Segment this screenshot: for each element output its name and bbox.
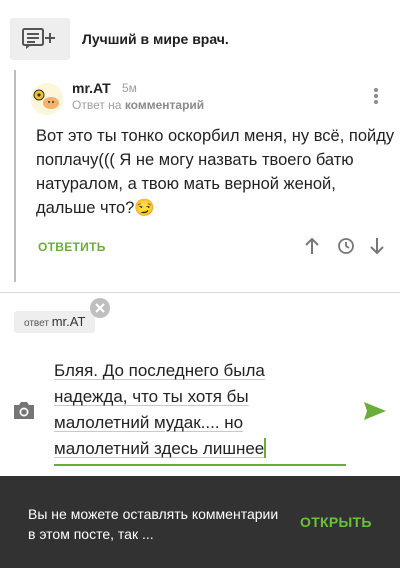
composer-divider <box>0 292 400 293</box>
reply-to-link[interactable]: комментарий <box>125 98 204 112</box>
post-title[interactable]: Лучший в мире врач. <box>82 31 229 47</box>
comment-author[interactable]: mr.AT <box>72 80 111 96</box>
downvote-icon[interactable] <box>367 236 387 256</box>
close-icon[interactable] <box>90 298 110 318</box>
reply-target-chip: ответ mr.AT <box>14 311 96 333</box>
add-comment-button[interactable] <box>10 18 70 60</box>
send-icon[interactable] <box>363 401 387 421</box>
snackbar: Вы не можете оставлять комментарии в это… <box>0 476 400 568</box>
clock-icon[interactable] <box>336 236 356 256</box>
reply-to-prefix: Ответ на <box>72 98 122 112</box>
more-vertical-icon[interactable] <box>366 86 386 106</box>
input-underline <box>54 464 346 466</box>
input-line: Бляя. До последнего была <box>54 361 265 380</box>
input-line: надежда, что ты хотя бы <box>54 387 249 406</box>
text-caret <box>264 438 267 458</box>
comment-time: 5м <box>122 81 137 95</box>
avatar[interactable] <box>30 82 64 116</box>
input-line: малолетний мудак.... но <box>54 413 244 432</box>
snackbar-open-button[interactable]: ОТКРЫТЬ <box>300 514 372 530</box>
post-header: Лучший в мире врач. <box>0 0 400 60</box>
camera-icon[interactable] <box>12 399 36 421</box>
comment-add-icon <box>22 28 55 49</box>
thread-line <box>14 70 16 282</box>
input-line: малолетний здесь лишнее <box>54 438 267 458</box>
reply-chip-prefix: ответ <box>24 318 49 329</box>
upvote-icon[interactable] <box>302 236 322 256</box>
comment: mr.AT 5м Ответ на комментарий Вот это ты… <box>0 68 400 282</box>
reply-chip-nick: mr.AT <box>51 314 86 329</box>
reply-button[interactable]: ОТВЕТИТЬ <box>38 240 106 254</box>
reply-to-info: Ответ на комментарий <box>72 98 204 112</box>
snackbar-message: Вы не можете оставлять комментарии в это… <box>28 506 279 542</box>
comment-input[interactable]: Бляя. До последнего была надежда, что ты… <box>54 358 346 462</box>
comment-text: Вот это ты тонко оскорбил меня, ну всё, … <box>36 127 395 217</box>
